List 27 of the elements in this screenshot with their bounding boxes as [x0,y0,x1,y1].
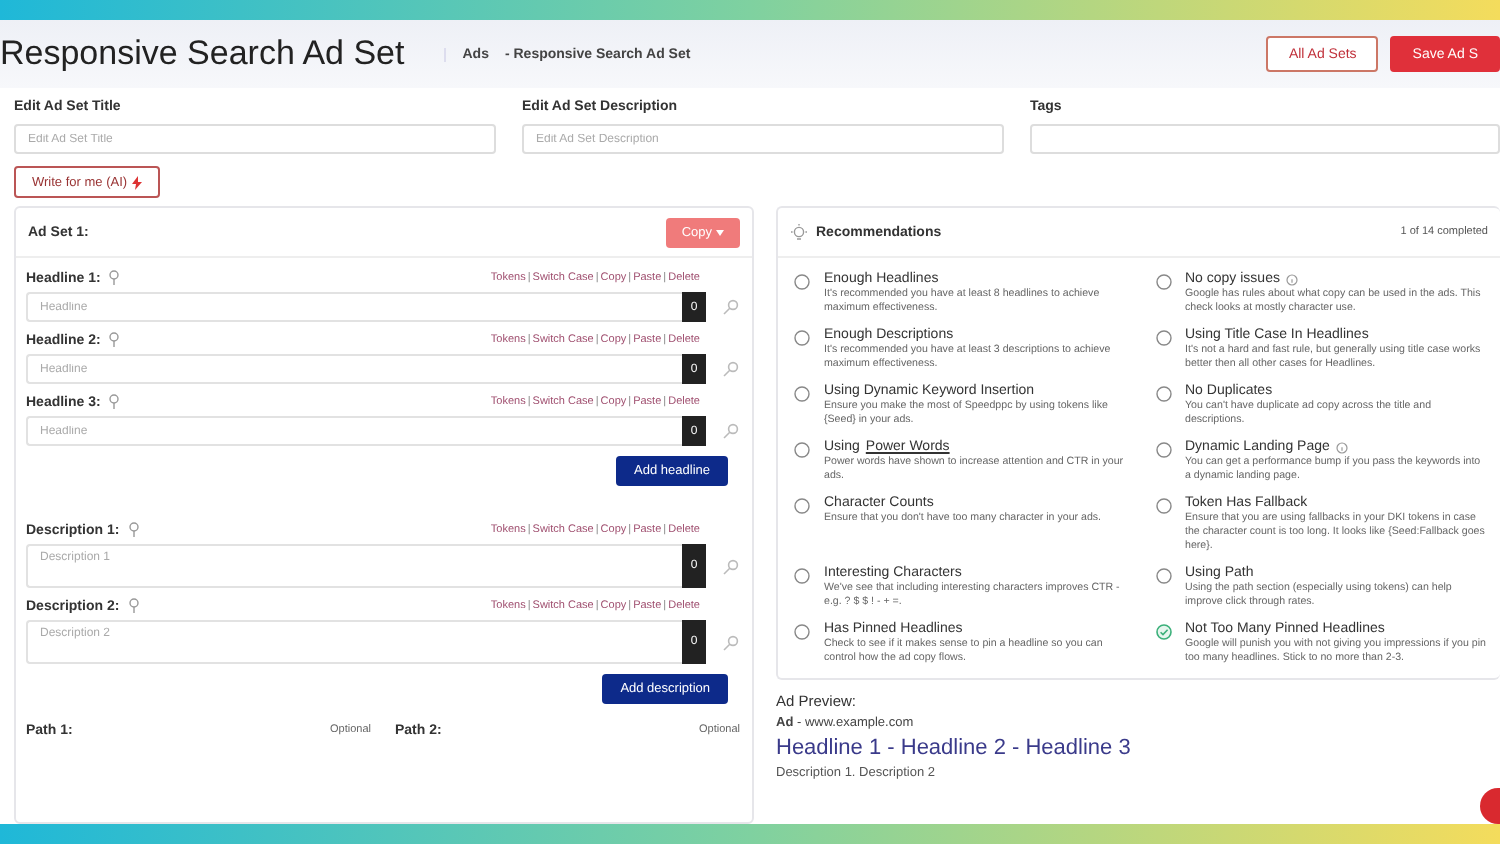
radio-circle[interactable] [1155,386,1171,402]
radio-circle[interactable] [794,498,810,514]
pin-icon [127,598,140,614]
check-circle-icon[interactable] [1155,624,1171,640]
pin-icon [108,270,121,286]
radio-circle[interactable] [1155,498,1171,514]
pin-icon [108,394,121,410]
text-field[interactable] [1030,124,1500,154]
caret-icon [716,229,724,235]
radio-circle[interactable] [794,442,810,458]
radio-circle[interactable] [794,386,810,402]
radio-circle[interactable] [794,330,810,346]
radio-circle[interactable] [1155,274,1171,290]
bolt-icon [131,175,142,189]
page-title: Responsive Search Ad Set [0,34,405,74]
radio-circle[interactable] [794,568,810,584]
preview-headline: Headline 1 - Headline 2 - Headline 3 [776,736,1133,760]
info-icon [1335,441,1348,453]
info-icon [1285,273,1298,285]
radio-circle[interactable] [1155,442,1171,458]
pin-icon [127,522,140,538]
radio-circle[interactable] [1155,330,1171,346]
radio-circle[interactable] [1155,568,1171,584]
pin-icon [108,332,121,348]
radio-circle[interactable] [794,274,810,290]
radio-circle[interactable] [794,624,810,640]
lightbulb-icon [790,223,808,241]
